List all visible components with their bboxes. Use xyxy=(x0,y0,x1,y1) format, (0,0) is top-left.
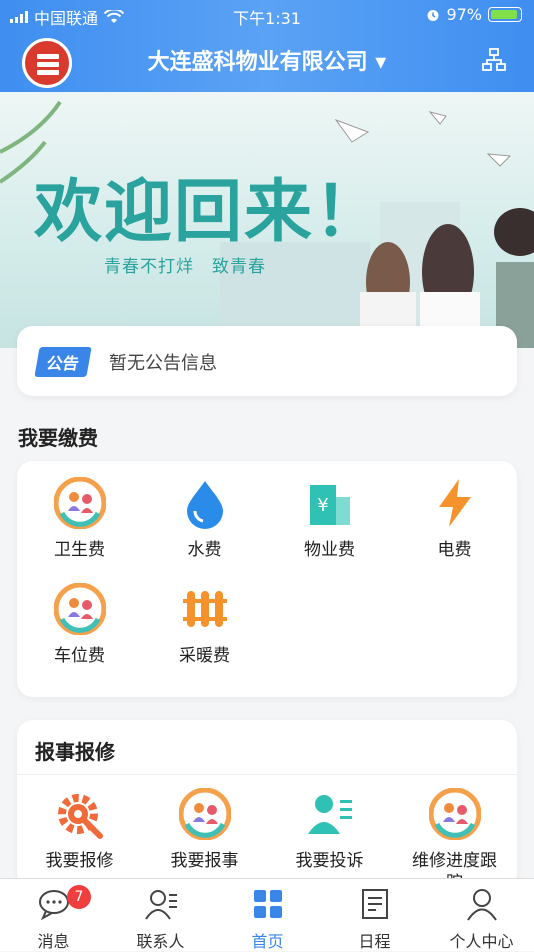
gear-wrench-icon xyxy=(57,794,103,839)
repair-item-label: 我要投诉 xyxy=(295,851,364,871)
svg-text:¥: ¥ xyxy=(317,495,328,516)
home-grid-icon xyxy=(253,890,282,918)
payment-item-label: 水费 xyxy=(187,540,222,560)
status-bar: 中国联通 下午1:31 97% xyxy=(0,0,534,30)
building-yuan-icon: ¥ xyxy=(309,485,350,525)
calendar-icon xyxy=(361,889,388,919)
tab-messages[interactable]: 7 消息 xyxy=(0,879,107,951)
repair-item-report-repair[interactable]: 我要报修 xyxy=(17,788,142,872)
payment-item-label: 电费 xyxy=(437,540,472,560)
welcome-banner[interactable]: 欢迎回来！ 青春不打烊 致青春 xyxy=(0,92,534,348)
alarm-icon xyxy=(427,9,439,21)
bottom-tab-bar: 7 消息 联系人 首页 日程 个人中心 xyxy=(0,878,534,951)
people-circle-icon xyxy=(428,787,481,841)
person-list-icon xyxy=(307,795,352,834)
tab-schedule[interactable]: 日程 xyxy=(321,879,428,951)
people-circle-icon xyxy=(53,582,106,636)
tab-profile[interactable]: 个人中心 xyxy=(428,879,534,951)
people-circle-icon xyxy=(178,787,231,841)
payment-section-title: 我要缴费 xyxy=(18,426,98,450)
divider xyxy=(17,774,517,775)
tab-label: 首页 xyxy=(251,932,284,951)
contacts-icon xyxy=(144,890,177,920)
repair-item-label: 我要报修 xyxy=(45,851,114,871)
unread-badge: 7 xyxy=(67,885,91,909)
repair-card: 报事报修 我要报修 我要报事 我要投诉 维修进度跟 xyxy=(17,720,517,890)
payment-item-label: 卫生费 xyxy=(54,540,105,560)
payment-item-electricity[interactable]: 电费 xyxy=(392,477,517,561)
water-drop-icon xyxy=(186,481,223,529)
chat-bubble-icon xyxy=(38,890,69,921)
notice-tag: 公告 xyxy=(34,347,92,377)
tab-label: 消息 xyxy=(37,932,70,951)
banner-slogan: 青春不打烊 致青春 xyxy=(104,257,266,277)
user-icon xyxy=(466,889,497,921)
battery-percent: 97% xyxy=(446,5,482,24)
tab-label: 联系人 xyxy=(136,932,185,951)
tab-label: 日程 xyxy=(358,932,391,951)
payment-item-property[interactable]: ¥ 物业费 xyxy=(267,477,392,561)
payment-item-label: 车位费 xyxy=(54,646,105,666)
tab-label: 个人中心 xyxy=(449,932,514,951)
payment-item-sanitation[interactable]: 卫生费 xyxy=(17,476,142,561)
repair-item-report-issue[interactable]: 我要报事 xyxy=(142,787,267,872)
payment-item-label: 物业费 xyxy=(304,540,355,560)
repair-section-title: 报事报修 xyxy=(35,740,115,764)
tab-home[interactable]: 首页 xyxy=(214,879,321,951)
battery-icon xyxy=(488,7,522,22)
org-chart-icon[interactable] xyxy=(482,48,506,72)
radiator-icon xyxy=(182,591,227,627)
banner-headline: 欢迎回来！ xyxy=(34,173,385,252)
payment-item-label: 采暖费 xyxy=(179,646,230,666)
notice-bar[interactable]: 公告 暂无公告信息 xyxy=(17,326,517,396)
repair-item-label: 我要报事 xyxy=(170,851,239,871)
lightning-icon xyxy=(438,479,471,527)
payment-item-parking[interactable]: 车位费 xyxy=(17,582,142,667)
people-circle-icon xyxy=(53,476,106,530)
repair-item-progress[interactable]: 维修进度跟踪 xyxy=(392,787,517,890)
notice-text: 暂无公告信息 xyxy=(109,353,217,374)
payment-item-water[interactable]: 水费 xyxy=(142,477,267,561)
payment-item-heating[interactable]: 采暖费 xyxy=(142,583,267,667)
tab-contacts[interactable]: 联系人 xyxy=(107,879,214,951)
company-selector[interactable]: 大连盛科物业有限公司 ▾ xyxy=(0,44,534,76)
payment-card: 卫生费 水费 ¥ 物业费 电费 车位费 采暖费 xyxy=(17,461,517,697)
repair-item-complaint[interactable]: 我要投诉 xyxy=(267,788,392,872)
app-header: 中国联通 下午1:31 97% 大连盛科物业有限公司 ▾ xyxy=(0,0,534,92)
